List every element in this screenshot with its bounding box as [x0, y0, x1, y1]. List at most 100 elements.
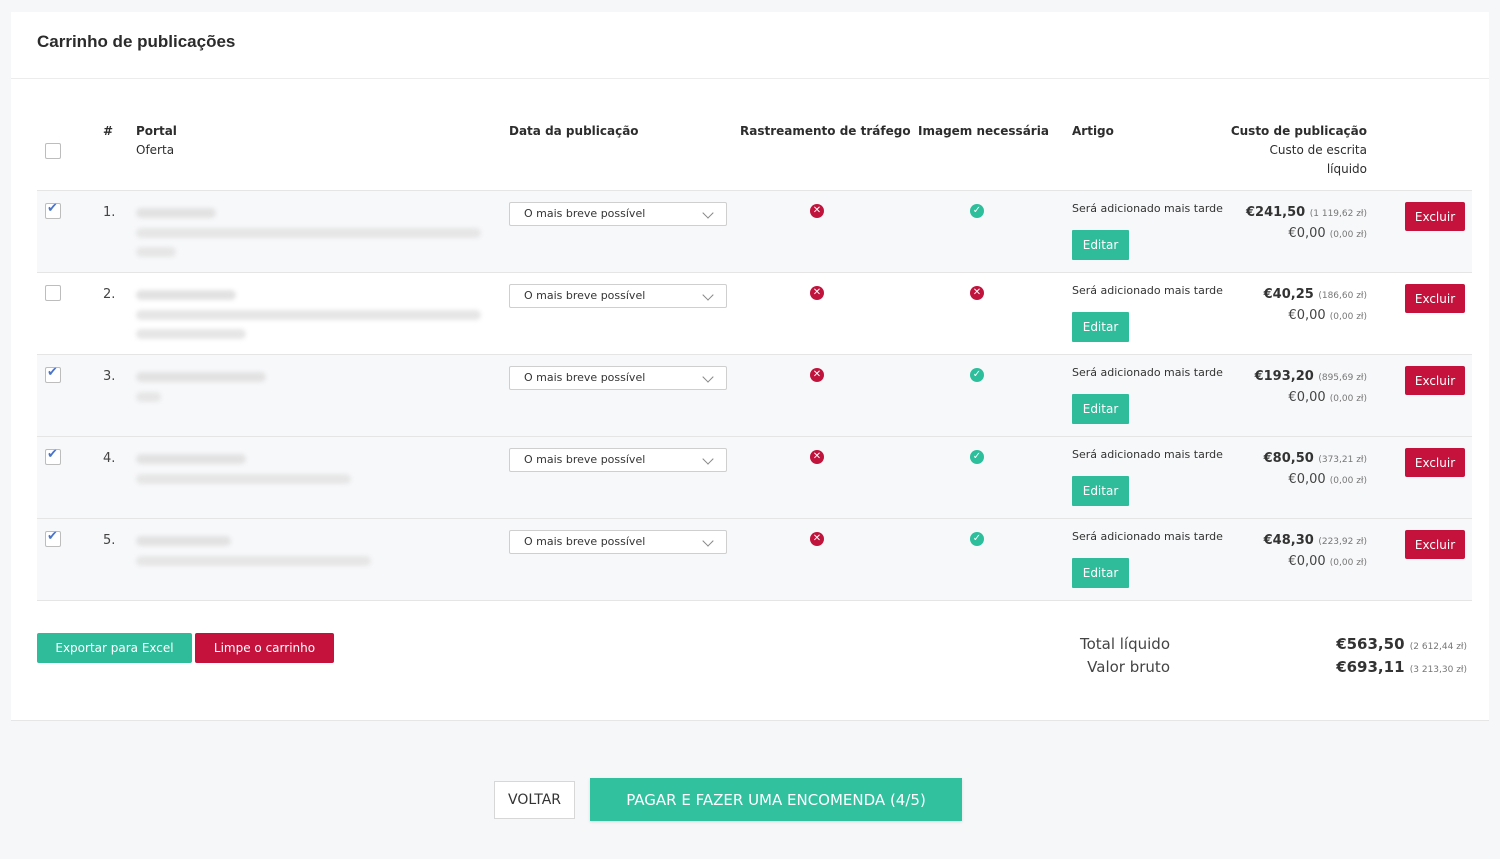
writing-cost-pln: (0,00 zł) — [1329, 558, 1367, 568]
table-row: ✔ 5. O mais breve possível ✕ ✓ Será adicionad… — [37, 519, 1472, 601]
header-hash: # — [103, 124, 114, 138]
article-status: Será adicionado mais tarde — [1072, 284, 1223, 297]
publication-cost-pln: (895,69 zł) — [1318, 373, 1367, 383]
writing-cost: €0,00 (0,00 zł) — [1288, 554, 1367, 569]
writing-cost-pln: (0,00 zł) — [1329, 476, 1367, 486]
divider — [11, 78, 1489, 79]
publication-cost-eur: €40,25 — [1263, 287, 1314, 302]
publication-cost-pln: (373,21 zł) — [1318, 455, 1367, 465]
header-image: Imagem necessária — [918, 124, 1049, 138]
header-tracking: Rastreamento de tráfego — [740, 124, 911, 138]
offer-name-redacted — [136, 228, 481, 238]
total-net-amount: €563,50 — [1336, 635, 1405, 653]
clear-cart-button[interactable]: Limpe o carrinho — [195, 633, 334, 663]
publication-cost-pln: (223,92 zł) — [1318, 537, 1367, 547]
publication-date-select[interactable]: O mais breve possível — [509, 284, 727, 308]
edit-button[interactable]: Editar — [1072, 558, 1129, 588]
check-circle-icon: ✓ — [970, 204, 984, 218]
table-row: ✔ 3. O mais breve possível ✕ ✓ Será adicionad… — [37, 355, 1472, 437]
row-number: 1. — [103, 205, 116, 220]
cart-card: Carrinho de publicações # Portal Oferta … — [11, 12, 1489, 721]
header-portal-label: Portal — [136, 124, 177, 138]
publication-cost: €40,25 (186,60 zł) — [1264, 287, 1367, 302]
publication-date-value: O mais breve possível — [524, 535, 646, 548]
table-header: # Portal Oferta Data da publicação Rastr… — [37, 112, 1472, 191]
delete-button[interactable]: Excluir — [1405, 202, 1465, 231]
writing-cost: €0,00 (0,00 zł) — [1288, 472, 1367, 487]
offer-name-redacted-line2 — [136, 247, 176, 257]
row-number: 5. — [103, 533, 116, 548]
publication-date-value: O mais breve possível — [524, 371, 646, 384]
publication-cost-eur: €80,50 — [1263, 451, 1314, 466]
total-net-value: €563,50 (2 612,44 zł) — [1336, 635, 1467, 653]
check-icon: ✔ — [47, 529, 58, 544]
delete-button[interactable]: Excluir — [1405, 284, 1465, 313]
header-article: Artigo — [1072, 124, 1114, 138]
header-date: Data da publicação — [509, 124, 639, 138]
publication-cost: €48,30 (223,92 zł) — [1264, 533, 1367, 548]
chevron-down-icon — [702, 535, 714, 547]
total-gross-label: Valor bruto — [1087, 658, 1170, 676]
pay-order-button[interactable]: PAGAR E FAZER UMA ENCOMENDA (4/5) — [590, 778, 962, 821]
article-status: Será adicionado mais tarde — [1072, 366, 1223, 379]
x-circle-icon: ✕ — [810, 450, 824, 464]
header-cost-label: Custo de publicação — [1230, 124, 1367, 138]
row-checkbox[interactable]: ✔ — [45, 201, 61, 219]
offer-name-redacted — [136, 474, 351, 484]
back-button[interactable]: VOLTAR — [494, 781, 575, 819]
row-checkbox[interactable]: ✔ — [45, 529, 61, 547]
writing-cost-eur: €0,00 — [1288, 390, 1326, 405]
row-number: 3. — [103, 369, 116, 384]
chevron-down-icon — [702, 207, 714, 219]
page-title: Carrinho de publicações — [37, 32, 236, 51]
table-row: ✔ 4. O mais breve possível ✕ ✓ Será adicionad… — [37, 437, 1472, 519]
delete-button[interactable]: Excluir — [1405, 530, 1465, 559]
publication-date-value: O mais breve possível — [524, 289, 646, 302]
row-checkbox[interactable]: ✔ — [45, 365, 61, 383]
header-oferta-label: Oferta — [136, 143, 175, 157]
x-circle-icon: ✕ — [810, 532, 824, 546]
publication-cost: €80,50 (373,21 zł) — [1264, 451, 1367, 466]
edit-button[interactable]: Editar — [1072, 476, 1129, 506]
writing-cost-pln: (0,00 zł) — [1329, 394, 1367, 404]
edit-button[interactable]: Editar — [1072, 230, 1129, 260]
row-number: 2. — [103, 287, 116, 302]
total-net-label: Total líquido — [1079, 635, 1170, 653]
writing-cost: €0,00 (0,00 zł) — [1288, 390, 1367, 405]
delete-button[interactable]: Excluir — [1405, 448, 1465, 477]
writing-cost-pln: (0,00 zł) — [1329, 230, 1367, 240]
total-gross-amount: €693,11 — [1336, 658, 1405, 676]
total-gross-pln: (3 213,30 zł) — [1409, 665, 1467, 675]
row-checkbox[interactable]: ✔ — [45, 447, 61, 465]
writing-cost: €0,00 (0,00 zł) — [1288, 308, 1367, 323]
check-icon: ✔ — [47, 447, 58, 462]
edit-button[interactable]: Editar — [1072, 394, 1129, 424]
writing-cost-eur: €0,00 — [1288, 226, 1326, 241]
publication-cost-eur: €193,20 — [1254, 369, 1314, 384]
publication-date-select[interactable]: O mais breve possível — [509, 366, 727, 390]
publication-cost: €193,20 (895,69 zł) — [1255, 369, 1367, 384]
portal-name-redacted — [136, 290, 236, 300]
select-all-checkbox[interactable] — [45, 143, 61, 159]
row-checkbox[interactable] — [45, 285, 61, 301]
x-circle-icon: ✕ — [810, 204, 824, 218]
table-row: 2. O mais breve possível ✕ ✕ Será adicionado… — [37, 273, 1472, 355]
export-excel-button[interactable]: Exportar para Excel — [37, 633, 192, 663]
publication-cost-pln: (1 119,62 zł) — [1309, 209, 1367, 219]
publication-date-select[interactable]: O mais breve possível — [509, 530, 727, 554]
offer-name-redacted-line2 — [136, 329, 246, 339]
publication-date-select[interactable]: O mais breve possível — [509, 202, 727, 226]
chevron-down-icon — [702, 371, 714, 383]
x-circle-icon: ✕ — [810, 286, 824, 300]
delete-button[interactable]: Excluir — [1405, 366, 1465, 395]
portal-name-redacted — [136, 536, 231, 546]
publication-date-select[interactable]: O mais breve possível — [509, 448, 727, 472]
check-circle-icon: ✓ — [970, 532, 984, 546]
writing-cost-pln: (0,00 zł) — [1329, 312, 1367, 322]
edit-button[interactable]: Editar — [1072, 312, 1129, 342]
table-row: ✔ 1. O mais breve possível ✕ ✓ Será adicionad… — [37, 191, 1472, 273]
check-circle-icon: ✓ — [970, 368, 984, 382]
x-circle-icon: ✕ — [810, 368, 824, 382]
cart-table: # Portal Oferta Data da publicação Rastr… — [37, 112, 1472, 601]
publication-date-value: O mais breve possível — [524, 453, 646, 466]
